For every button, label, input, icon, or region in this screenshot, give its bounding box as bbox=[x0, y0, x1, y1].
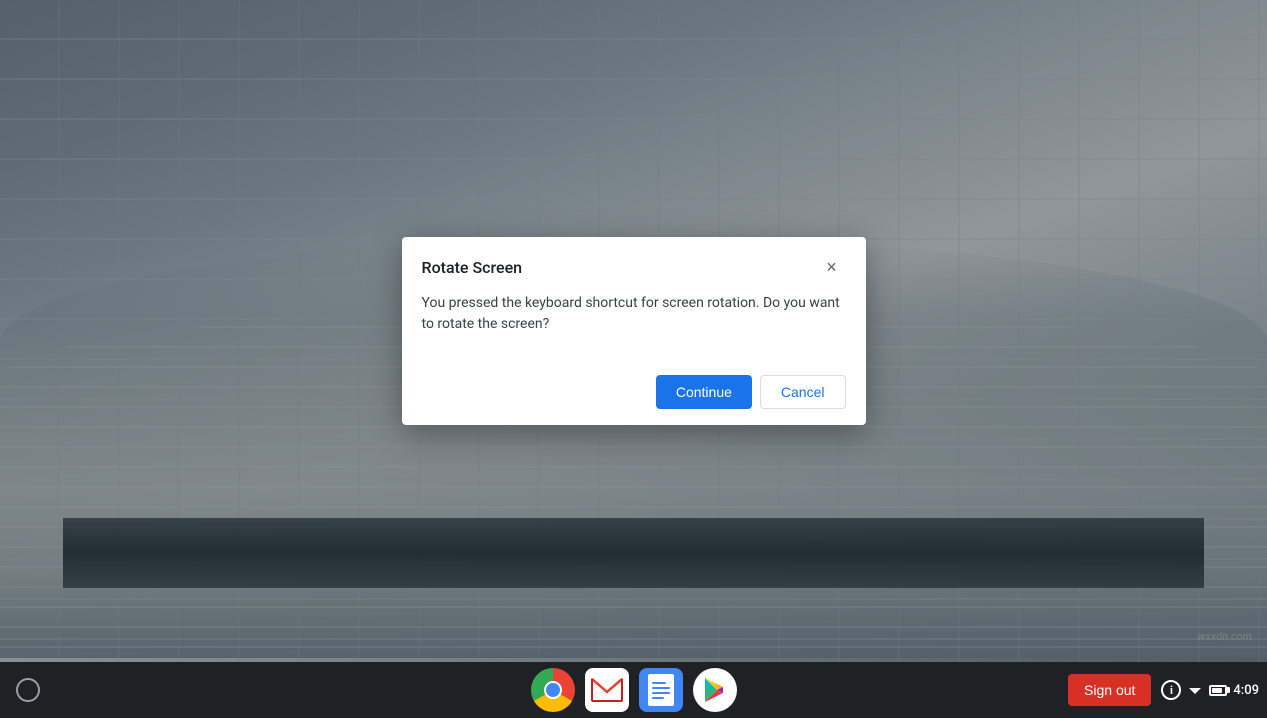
modal-overlay: Rotate Screen × You pressed the keyboard… bbox=[0, 0, 1267, 662]
chrome-icon bbox=[531, 668, 575, 712]
sign-out-button[interactable]: Sign out bbox=[1068, 674, 1151, 706]
gmail-svg bbox=[590, 677, 624, 703]
play-store-svg bbox=[701, 676, 729, 704]
battery-body bbox=[1209, 685, 1227, 696]
system-tray: i 4:09 bbox=[1161, 680, 1259, 700]
clock-display[interactable]: 4:09 bbox=[1233, 683, 1259, 698]
dialog-close-button[interactable]: × bbox=[818, 253, 846, 281]
continue-button[interactable]: Continue bbox=[656, 375, 752, 409]
launcher-button[interactable] bbox=[8, 670, 48, 710]
taskbar-dock bbox=[529, 666, 739, 714]
taskbar-right: Sign out i 4:09 bbox=[1068, 674, 1259, 706]
docs-svg bbox=[648, 674, 674, 706]
launcher-icon bbox=[16, 678, 40, 702]
taskbar-left bbox=[8, 670, 48, 710]
info-icon[interactable]: i bbox=[1161, 680, 1181, 700]
taskbar: Sign out i 4:09 bbox=[0, 662, 1267, 718]
dialog-title: Rotate Screen bbox=[422, 258, 523, 277]
battery-icon[interactable] bbox=[1209, 685, 1227, 696]
dialog-header: Rotate Screen × bbox=[402, 237, 866, 289]
dialog-actions: Continue Cancel bbox=[402, 359, 866, 425]
network-icon[interactable] bbox=[1187, 682, 1203, 698]
play-store-dock-icon[interactable] bbox=[691, 666, 739, 714]
gmail-dock-icon[interactable] bbox=[583, 666, 631, 714]
dialog-body: You pressed the keyboard shortcut for sc… bbox=[402, 289, 866, 359]
play-store-icon bbox=[693, 668, 737, 712]
rotate-screen-dialog: Rotate Screen × You pressed the keyboard… bbox=[402, 237, 866, 425]
docs-icon bbox=[639, 668, 683, 712]
chrome-inner-circle bbox=[544, 681, 562, 699]
docs-dock-icon[interactable] bbox=[637, 666, 685, 714]
gmail-icon bbox=[585, 668, 629, 712]
battery-fill bbox=[1212, 688, 1222, 693]
chrome-dock-icon[interactable] bbox=[529, 666, 577, 714]
cancel-button[interactable]: Cancel bbox=[760, 375, 846, 409]
dialog-message: You pressed the keyboard shortcut for sc… bbox=[422, 293, 846, 335]
